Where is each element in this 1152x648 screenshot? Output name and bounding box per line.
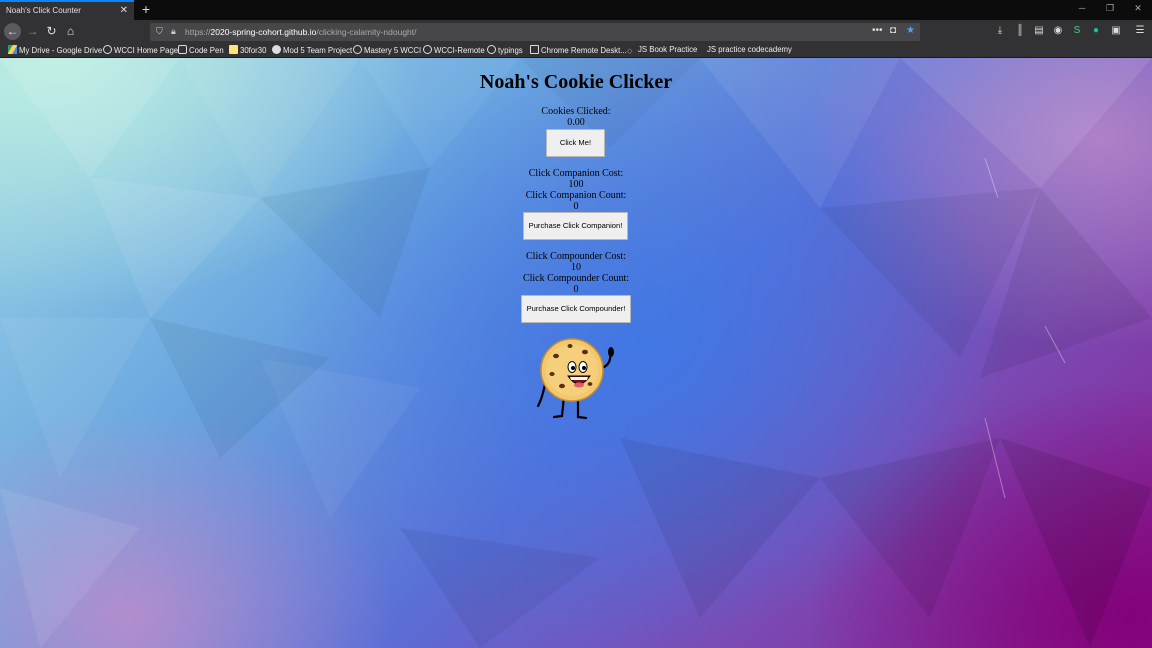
drive-icon	[8, 45, 17, 54]
bookmark-30for30[interactable]: 30for30	[229, 45, 266, 55]
bookmark-label: WCCI-Remote	[434, 46, 485, 55]
bookmark-js-book[interactable]: ◇ JS Book Practice	[627, 45, 697, 56]
page-viewport: Noah's Cookie Clicker Cookies Clicked: 0…	[0, 58, 1152, 648]
purchase-companion-button[interactable]: Purchase Click Companion!	[523, 212, 628, 240]
tab-bar: Noah's Click Counter ✕ + ─ ❐ ✕	[0, 0, 1152, 20]
url-path: /clicking-calamity-ndought/	[316, 27, 417, 37]
bookmark-label: 30for30	[240, 46, 267, 55]
library-icon[interactable]: ║	[1014, 25, 1026, 37]
compounder-cost-value: 10	[571, 262, 581, 273]
restore-icon[interactable]: ❐	[1103, 3, 1117, 14]
url-host: 2020-spring-cohort.github.io	[210, 27, 317, 37]
forward-arrow-icon[interactable]: →	[24, 23, 41, 40]
shield-icon[interactable]: ⛉	[156, 26, 163, 37]
menu-icon[interactable]: ☰	[1134, 25, 1146, 37]
github-icon	[272, 45, 281, 54]
close-tab-icon[interactable]: ✕	[120, 5, 128, 16]
bookmark-mastery5[interactable]: Mastery 5 WCCI	[353, 45, 421, 55]
diamond-icon: ◇	[627, 48, 633, 55]
bookmark-label: My Drive - Google Drive	[19, 46, 103, 55]
bookmark-star-icon[interactable]: ★	[906, 25, 915, 36]
codepen-icon	[178, 45, 187, 54]
download-icon[interactable]: ⤓	[994, 25, 1006, 37]
cookie-image[interactable]	[532, 334, 622, 424]
grammarly-icon[interactable]: ●	[1090, 25, 1102, 37]
new-tab-button[interactable]: +	[139, 1, 153, 17]
bookmark-label: Code Pen	[189, 46, 224, 55]
page-title: Noah's Cookie Clicker	[479, 71, 673, 93]
bookmark-code-pen[interactable]: Code Pen	[178, 45, 224, 55]
bookmark-label: JS Book Practice	[638, 45, 698, 54]
companion-cost-label: Click Companion Cost:	[528, 168, 624, 179]
bookmark-label: WCCI Home Page	[114, 46, 179, 55]
url-prefix: https://	[185, 27, 211, 37]
bookmark-label: Mastery 5 WCCI	[364, 46, 422, 55]
bookmark-label: JS practice codecademy	[707, 45, 792, 54]
minimize-icon[interactable]: ─	[1075, 3, 1089, 13]
bookmark-chrome-remote[interactable]: Chrome Remote Deskt...	[530, 45, 627, 55]
globe-icon	[103, 45, 112, 54]
bookmark-label: typings	[498, 46, 523, 55]
address-bar[interactable]: ⛉ 🔒︎ https://2020-spring-cohort.github.i…	[150, 23, 920, 41]
compounder-cost-label: Click Compounder Cost:	[526, 251, 626, 262]
companion-count-label: Click Companion Count:	[525, 190, 627, 201]
bookmark-js-codecademy[interactable]: JS practice codecademy	[707, 45, 792, 54]
bookmark-label: Chrome Remote Deskt...	[541, 46, 627, 55]
extension-s-icon[interactable]: S	[1071, 25, 1083, 37]
remote-desktop-icon	[530, 45, 539, 54]
companion-cost-value: 100	[568, 179, 584, 190]
bookmarks-bar: My Drive - Google Drive WCCI Home Page C…	[0, 43, 1152, 58]
bookmark-typings[interactable]: typings	[487, 45, 523, 55]
click-me-button[interactable]: Click Me!	[546, 129, 605, 157]
cookie-mascot-icon	[536, 338, 614, 420]
bookmark-mod5[interactable]: Mod 5 Team Project	[272, 45, 352, 55]
close-window-icon[interactable]: ✕	[1131, 3, 1145, 14]
account-icon[interactable]: ◉	[1052, 25, 1064, 37]
sidebar-icon[interactable]: ▤	[1033, 25, 1045, 37]
bookmark-my-drive[interactable]: My Drive - Google Drive	[8, 45, 102, 55]
bookmark-wcci-home[interactable]: WCCI Home Page	[103, 45, 178, 55]
page-actions-icon[interactable]: •••	[872, 25, 883, 36]
home-icon[interactable]: ⌂	[62, 23, 79, 40]
reload-icon[interactable]: ↻	[43, 23, 60, 40]
bookmark-label: Mod 5 Team Project	[283, 46, 353, 55]
globe-icon	[353, 45, 362, 54]
companion-count-value: 0	[573, 201, 579, 212]
folder-icon	[229, 45, 238, 54]
tab-title: Noah's Click Counter	[6, 6, 81, 15]
compounder-count-label: Click Compounder Count:	[522, 273, 630, 284]
cookies-clicked-label: Cookies Clicked:	[541, 106, 611, 117]
tab-active[interactable]: Noah's Click Counter ✕	[0, 0, 134, 20]
back-arrow-icon[interactable]: ←	[4, 23, 21, 40]
purchase-compounder-button[interactable]: Purchase Click Compounder!	[521, 295, 631, 323]
lock-icon[interactable]: 🔒︎	[171, 26, 176, 37]
cookies-clicked-value: 0.00	[567, 117, 585, 128]
globe-icon	[423, 45, 432, 54]
url-text[interactable]: https://2020-spring-cohort.github.io/cli…	[185, 27, 417, 37]
bookmark-wcci-remote[interactable]: WCCI-Remote	[423, 45, 485, 55]
extension-icon[interactable]: ▣	[1110, 25, 1122, 37]
globe-icon	[487, 45, 496, 54]
compounder-count-value: 0	[573, 284, 579, 295]
nav-bar: ← → ↻ ⌂ ⛉ 🔒︎ https://2020-spring-cohort.…	[0, 20, 1152, 43]
pocket-icon[interactable]: ◘	[890, 25, 896, 36]
